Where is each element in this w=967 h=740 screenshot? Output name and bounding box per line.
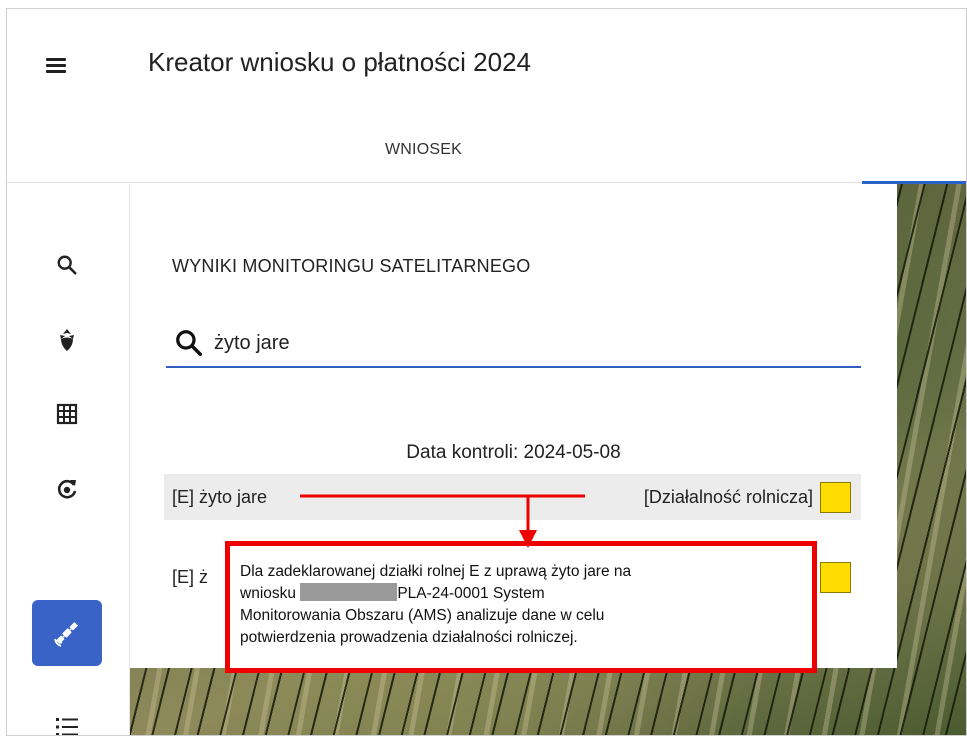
sidebar-item-parcels[interactable] — [32, 381, 102, 447]
callout-line: Monitorowania Obszaru (AMS) analizuje da… — [240, 607, 605, 624]
search-field[interactable] — [166, 320, 861, 368]
redacted-number — [300, 583, 398, 601]
sidebar-item-crops[interactable] — [32, 307, 102, 373]
callout-line: wniosku — [240, 585, 296, 602]
grid-map-icon — [56, 403, 78, 425]
hamburger-icon — [46, 58, 66, 61]
annotation-callout: Dla zadeklarowanej działki rolnej E z up… — [225, 541, 817, 673]
callout-text: Dla zadeklarowanej działki rolnej E z up… — [240, 561, 800, 649]
control-date: Data kontroli: 2024-05-08 — [406, 442, 621, 463]
status-swatch — [820, 481, 851, 513]
callout-line: potwierdzenia prowadzenia działalności r… — [240, 629, 578, 646]
status-swatch — [820, 561, 851, 593]
search-icon — [176, 330, 202, 356]
app-header: Kreator wniosku o płatności 2024 — [7, 9, 966, 127]
menu-button[interactable] — [43, 53, 73, 79]
search-icon — [57, 255, 77, 275]
list-icon — [56, 718, 78, 735]
result-row[interactable]: [E] żyto jare [Działalność rolnicza] — [164, 474, 861, 520]
activity-label: [Działalność rolnicza] — [643, 486, 813, 507]
callout-line: PLA-24-0001 System — [397, 585, 545, 602]
sidebar-item-cycle[interactable] — [32, 456, 102, 522]
satellite-icon — [54, 622, 78, 647]
beet-icon — [60, 329, 74, 351]
sidebar-rail — [7, 184, 130, 735]
refresh-cycle-icon — [57, 479, 77, 499]
panel-title: WYNIKI MONITORINGU SATELITARNEGO — [172, 256, 531, 276]
callout-line: Dla zadeklarowanej działki rolnej E z up… — [240, 563, 632, 580]
app-title: Kreator wniosku o płatności 2024 — [148, 47, 532, 77]
sidebar-item-list[interactable] — [32, 694, 102, 735]
tab-bar: WNIOSEK — [7, 127, 966, 183]
crop-label: [E] ż — [172, 566, 209, 587]
sidebar-item-search[interactable] — [32, 232, 102, 298]
tab-wniosek[interactable]: WNIOSEK — [385, 141, 462, 159]
crop-label: [E] żyto jare — [172, 486, 268, 507]
sidebar-item-satellite[interactable] — [32, 600, 102, 666]
search-input[interactable] — [214, 331, 814, 355]
app-window: Kreator wniosku o płatności 2024 WNIOSEK — [6, 8, 967, 736]
